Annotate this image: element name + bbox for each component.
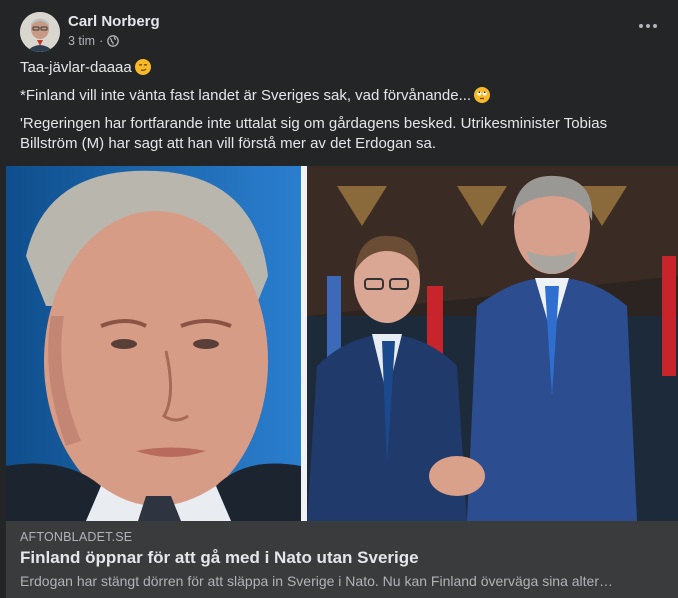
link-headline[interactable]: Finland öppnar för att gå med i Nato uta… [20, 548, 419, 568]
link-description: Erdogan har stängt dörren för att släppa… [20, 573, 613, 589]
face-with-rolling-eyes-emoji [474, 87, 491, 103]
post-text: Taa-jävlar-daaaa *Finland vill inte vänt… [20, 58, 660, 162]
post-line: *Finland vill inte vänta fast landet är … [20, 86, 660, 106]
post-line: Taa-jävlar-daaaa [20, 58, 660, 78]
photo-man-closeup [6, 166, 301, 521]
author-avatar[interactable] [20, 12, 60, 52]
post-header: Carl Norberg 3 tim · [20, 12, 160, 52]
smirking-face-emoji [134, 59, 151, 75]
link-domain: AFTONBLADET.SE [20, 530, 133, 544]
meta-separator: · [99, 34, 104, 48]
post-line: 'Regeringen har fortfarande inte uttalat… [20, 115, 608, 152]
author-name[interactable]: Carl Norberg [68, 13, 160, 31]
feed-post: Carl Norberg 3 tim · Taa-jävlar-daaaa *F… [0, 0, 678, 598]
photo-handshake [307, 166, 678, 521]
more-options-icon[interactable] [638, 20, 658, 32]
link-preview-image[interactable] [6, 166, 678, 521]
globe-icon [107, 35, 120, 47]
post-timestamp[interactable]: 3 tim [68, 34, 95, 48]
link-preview[interactable]: AFTONBLADET.SE Finland öppnar för att gå… [6, 521, 678, 598]
